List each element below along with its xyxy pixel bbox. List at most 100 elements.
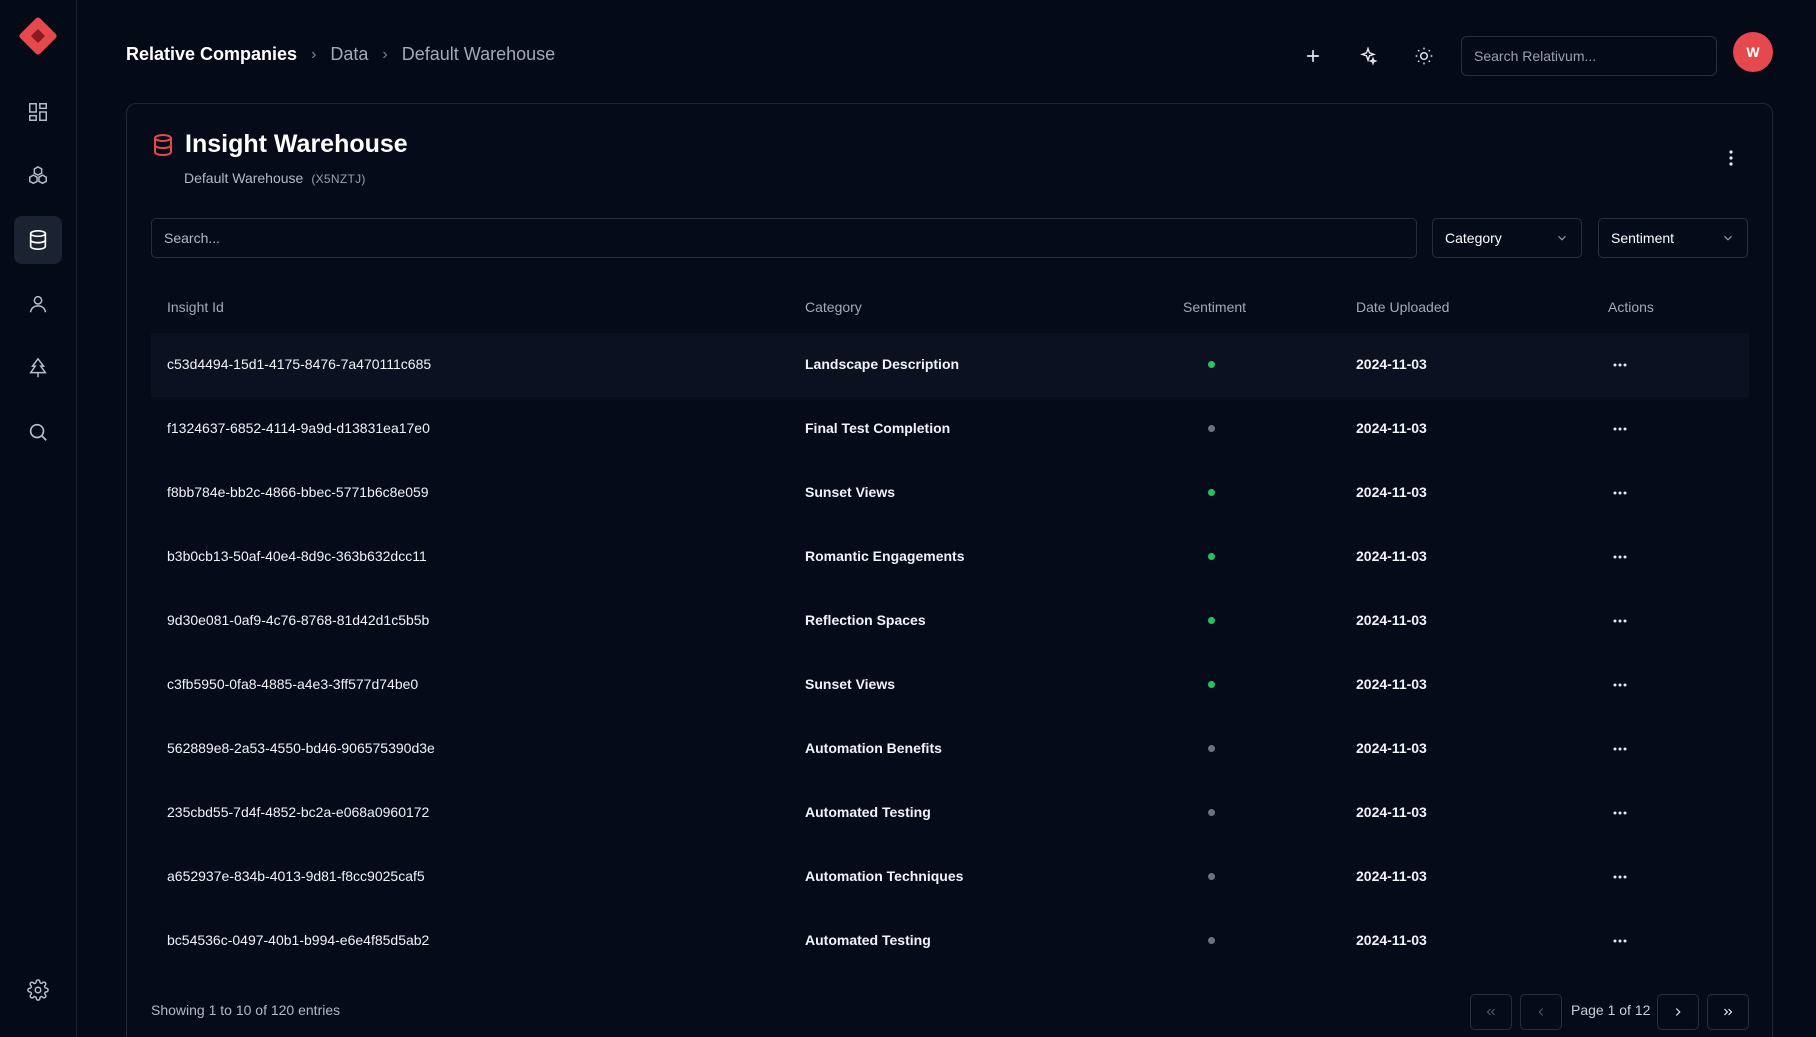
chevrons-left-icon [1486, 1008, 1495, 1016]
date-uploaded-cell: 2024-11-03 [1356, 932, 1427, 948]
card-subtitle: Default Warehouse (X5NZTJ) [184, 170, 366, 186]
column-header-date-uploaded[interactable]: Date Uploaded [1356, 299, 1449, 315]
row-actions-button[interactable] [1608, 481, 1632, 505]
chevrons-right-icon [1724, 1008, 1733, 1016]
date-uploaded-cell: 2024-11-03 [1356, 804, 1427, 820]
date-uploaded-cell: 2024-11-03 [1356, 356, 1427, 372]
column-header-actions: Actions [1608, 299, 1654, 315]
insight-warehouse-card: Insight Warehouse Default Warehouse (X5N… [126, 103, 1773, 1037]
category-filter-select[interactable]: Category [1432, 218, 1582, 258]
gear-icon [27, 979, 49, 1001]
sentiment-status-dot [1208, 937, 1215, 944]
global-search-input[interactable] [1461, 36, 1717, 76]
row-actions-button[interactable] [1608, 865, 1632, 889]
last-page-button[interactable] [1707, 994, 1749, 1030]
row-actions-button[interactable] [1608, 801, 1632, 825]
sidebar-item-search[interactable] [14, 408, 62, 456]
table-row[interactable]: f1324637-6852-4114-9a9d-d13831ea17e0 Fina… [151, 397, 1749, 461]
sparkle-icon [1360, 46, 1378, 66]
insight-id-cell: b3b0cb13-50af-40e4-8d9c-363b632dcc11 [167, 548, 427, 564]
more-horizontal-icon [1613, 619, 1627, 623]
table-row[interactable]: c3fb5950-0fa8-4885-a4e3-3ff577d74be0 Suns… [151, 653, 1749, 717]
column-header-insight-id[interactable]: Insight Id [167, 299, 224, 315]
pagination-summary: Showing 1 to 10 of 120 entries [151, 1002, 341, 1018]
breadcrumb: Relative Companies › Data › Default Ware… [126, 44, 555, 65]
chevron-down-icon [1724, 235, 1732, 241]
column-header-sentiment[interactable]: Sentiment [1183, 299, 1246, 315]
sentiment-status-dot [1208, 873, 1215, 880]
more-horizontal-icon [1613, 555, 1627, 559]
column-header-category[interactable]: Category [805, 299, 862, 315]
more-options-button[interactable] [1719, 146, 1743, 170]
logo-icon[interactable] [18, 16, 58, 56]
avatar[interactable]: W [1733, 32, 1773, 72]
sidebar-item-models[interactable] [14, 152, 62, 200]
chevron-right-icon: › [382, 45, 388, 63]
category-cell: Automation Benefits [805, 740, 942, 756]
table-row[interactable]: b3b0cb13-50af-40e4-8d9c-363b632dcc11 Roma… [151, 525, 1749, 589]
row-actions-button[interactable] [1608, 417, 1632, 441]
row-actions-button[interactable] [1608, 545, 1632, 569]
more-horizontal-icon [1613, 427, 1627, 431]
sidebar-item-data[interactable] [14, 216, 62, 264]
row-actions-button[interactable] [1608, 673, 1632, 697]
category-cell: Automated Testing [805, 932, 931, 948]
theme-toggle-button[interactable] [1406, 38, 1442, 74]
add-button[interactable] [1295, 38, 1331, 74]
sentiment-status-dot [1208, 361, 1215, 368]
insight-id-cell: c53d4494-15d1-4175-8476-7a470111c685 [167, 356, 432, 372]
table-header: Insight Id Category Sentiment Date Uploa… [151, 279, 1749, 333]
breadcrumb-data[interactable]: Data [330, 44, 368, 65]
tree-icon [29, 357, 47, 378]
first-page-button[interactable] [1470, 994, 1512, 1030]
table-row[interactable]: a652937e-834b-4013-9d81-f8cc9025caf5 Auto… [151, 845, 1749, 909]
table-body: c53d4494-15d1-4175-8476-7a470111c685 Land… [151, 333, 1749, 973]
page-title: Insight Warehouse [185, 130, 408, 158]
insight-id-cell: 9d30e081-0af9-4c76-8768-81d42d1c5b5b [167, 612, 430, 628]
category-filter-label: Category [1445, 230, 1502, 246]
ai-sparkle-button[interactable] [1350, 38, 1386, 74]
sidebar-item-dashboard[interactable] [14, 88, 62, 136]
database-icon [154, 133, 172, 156]
table-row[interactable]: f8bb784e-bb2c-4866-bbec-5771b6c8e059 Suns… [151, 461, 1749, 525]
next-page-button[interactable] [1657, 994, 1699, 1030]
sidebar-item-settings[interactable] [14, 966, 62, 1014]
table-row[interactable]: 9d30e081-0af9-4c76-8768-81d42d1c5b5b Refl… [151, 589, 1749, 653]
category-cell: Landscape Description [805, 356, 960, 372]
dashboard-icon [29, 103, 47, 121]
breadcrumb-root[interactable]: Relative Companies [126, 44, 297, 65]
more-horizontal-icon [1613, 939, 1627, 943]
cubes-icon [29, 165, 47, 185]
category-cell: Sunset Views [805, 484, 896, 500]
sentiment-status-dot [1208, 745, 1215, 752]
more-horizontal-icon [1613, 747, 1627, 751]
row-actions-button[interactable] [1608, 609, 1632, 633]
table-row[interactable]: bc54536c-0497-40b1-b994-e6e4f85d5ab2 Auto… [151, 909, 1749, 973]
category-cell: Romantic Engagements [805, 548, 965, 564]
sentiment-status-dot [1208, 553, 1215, 560]
insight-search-input[interactable] [151, 218, 1417, 258]
row-actions-button[interactable] [1608, 353, 1632, 377]
row-actions-button[interactable] [1608, 929, 1632, 953]
sidebar-item-users[interactable] [14, 280, 62, 328]
chevron-down-icon [1558, 235, 1566, 241]
user-icon [29, 295, 47, 313]
chevron-right-icon: › [311, 45, 317, 63]
date-uploaded-cell: 2024-11-03 [1356, 676, 1427, 692]
category-cell: Sunset Views [805, 676, 896, 692]
sentiment-filter-select[interactable]: Sentiment [1598, 218, 1748, 258]
sentiment-status-dot [1208, 489, 1215, 496]
sentiment-status-dot [1208, 425, 1215, 432]
more-horizontal-icon [1613, 491, 1627, 495]
table-row[interactable]: c53d4494-15d1-4175-8476-7a470111c685 Land… [151, 333, 1749, 397]
more-horizontal-icon [1613, 875, 1627, 879]
insight-id-cell: f1324637-6852-4114-9a9d-d13831ea17e0 [167, 420, 430, 436]
insight-id-cell: a652937e-834b-4013-9d81-f8cc9025caf5 [167, 868, 425, 884]
previous-page-button[interactable] [1520, 994, 1562, 1030]
sidebar-item-tree[interactable] [14, 344, 62, 392]
kebab-icon [1729, 150, 1733, 166]
page-indicator: Page 1 of 12 [1571, 1002, 1651, 1018]
table-row[interactable]: 562889e8-2a53-4550-bd46-906575390d3e Auto… [151, 717, 1749, 781]
row-actions-button[interactable] [1608, 737, 1632, 761]
table-row[interactable]: 235cbd55-7d4f-4852-bc2a-e068a0960172 Auto… [151, 781, 1749, 845]
